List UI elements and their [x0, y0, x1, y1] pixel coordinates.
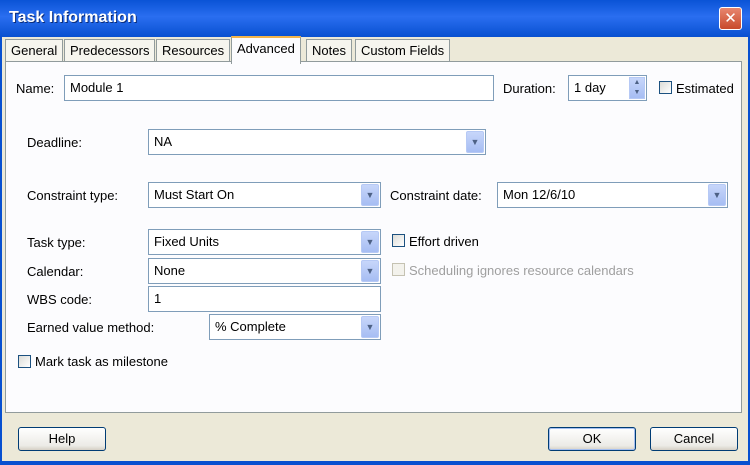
constraint-date-value: Mon 12/6/10: [503, 187, 576, 202]
wbs-input[interactable]: 1: [148, 286, 381, 312]
tab-resources[interactable]: Resources: [156, 39, 231, 61]
window-title: Task Information: [9, 9, 137, 26]
spinner-icon: ▲ ▼: [633, 79, 641, 96]
tab-predecessors[interactable]: Predecessors: [64, 39, 156, 61]
calendar-label: Calendar:: [27, 264, 84, 279]
close-button[interactable]: ✕: [719, 7, 742, 30]
task-type-select[interactable]: Fixed Units ▼: [148, 229, 381, 255]
tab-advanced[interactable]: Advanced: [231, 36, 301, 64]
task-type-label: Task type:: [27, 235, 86, 250]
effort-driven-checkbox[interactable]: [392, 234, 405, 247]
chevron-down-icon[interactable]: ▼: [466, 131, 484, 153]
deadline-value: NA: [154, 134, 173, 149]
effort-driven-label: Effort driven: [409, 234, 479, 249]
constraint-date-label: Constraint date:: [390, 188, 482, 203]
cancel-button[interactable]: Cancel: [650, 427, 738, 451]
deadline-label: Deadline:: [27, 135, 82, 150]
scheduling-ignores-checkbox: [392, 263, 405, 276]
earned-value-label: Earned value method:: [27, 320, 155, 335]
constraint-type-value: Must Start On: [154, 187, 235, 202]
duration-label: Duration:: [503, 81, 556, 96]
tab-custom-fields[interactable]: Custom Fields: [355, 39, 451, 61]
wbs-value: 1: [154, 291, 162, 306]
wbs-label: WBS code:: [27, 292, 93, 307]
close-icon: ✕: [724, 10, 737, 27]
constraint-type-select[interactable]: Must Start On ▼: [148, 182, 381, 208]
milestone-label: Mark task as milestone: [35, 354, 168, 369]
help-button[interactable]: Help: [18, 427, 106, 451]
deadline-select[interactable]: NA ▼: [148, 129, 486, 155]
duration-spinner[interactable]: ▲ ▼: [629, 77, 645, 99]
estimated-checkbox[interactable]: [659, 81, 672, 94]
milestone-checkbox[interactable]: [18, 355, 31, 368]
chevron-down-icon[interactable]: ▼: [361, 316, 379, 338]
name-input[interactable]: Module 1: [64, 75, 494, 101]
calendar-value: None: [154, 263, 186, 278]
chevron-down-icon[interactable]: ▼: [361, 184, 379, 206]
name-value: Module 1: [70, 80, 124, 95]
chevron-down-icon[interactable]: ▼: [708, 184, 726, 206]
duration-input[interactable]: 1 day ▲ ▼: [568, 75, 647, 101]
chevron-down-icon[interactable]: ▼: [361, 260, 379, 282]
calendar-select[interactable]: None ▼: [148, 258, 381, 284]
task-type-value: Fixed Units: [154, 234, 220, 249]
duration-value: 1 day: [574, 80, 606, 95]
scheduling-ignores-label: Scheduling ignores resource calendars: [409, 263, 634, 278]
earned-value-select[interactable]: % Complete ▼: [209, 314, 381, 340]
title-bar: Task Information ✕: [0, 0, 750, 37]
tab-general[interactable]: General: [5, 39, 64, 61]
name-label: Name:: [16, 81, 55, 96]
estimated-label: Estimated: [676, 81, 734, 96]
chevron-down-icon[interactable]: ▼: [361, 231, 379, 253]
tab-notes[interactable]: Notes: [306, 39, 352, 61]
earned-value-value: % Complete: [215, 319, 286, 334]
constraint-type-label: Constraint type:: [27, 188, 119, 203]
ok-button[interactable]: OK: [548, 427, 636, 451]
constraint-date-select[interactable]: Mon 12/6/10 ▼: [497, 182, 728, 208]
